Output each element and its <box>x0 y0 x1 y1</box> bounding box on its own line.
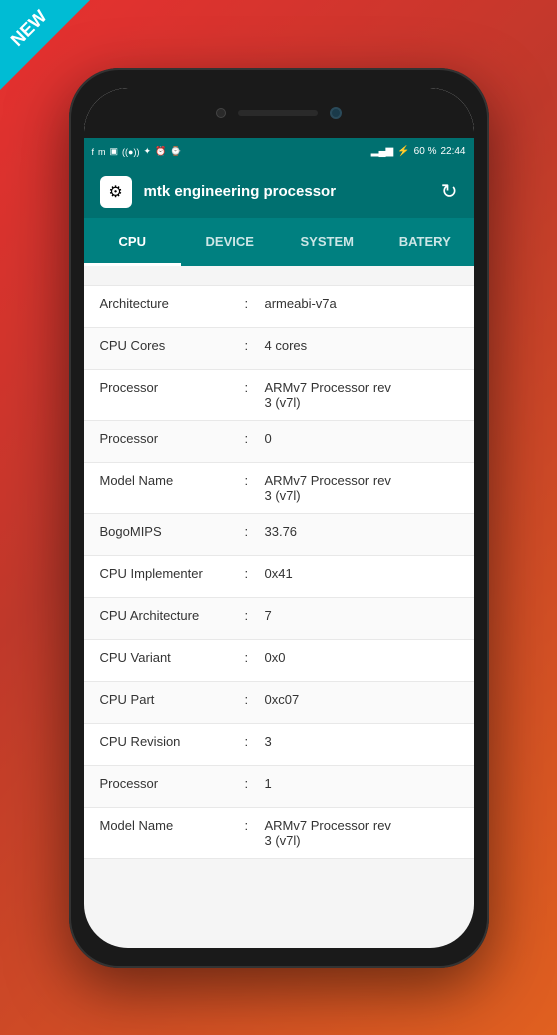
camera-dot-left <box>216 108 226 118</box>
row-label: BogoMIPS <box>100 524 245 539</box>
table-row: Model Name:ARMv7 Processor rev 3 (v7l) <box>84 463 474 514</box>
row-value: 0 <box>265 431 458 446</box>
app-icon: ⚙ <box>100 176 132 208</box>
phone-shell: f m ▣ ((●)) ✦ ⏰ ⌚ ▂▄▆ ⚡ 60 % 22:44 ⚙ mtk… <box>69 68 489 968</box>
row-separator: : <box>245 473 265 488</box>
app-title: mtk engineering processor <box>144 183 429 200</box>
status-left: f m ▣ ((●)) ✦ ⏰ ⌚ <box>92 146 182 157</box>
camera-dot-right <box>330 107 342 119</box>
row-label: Processor <box>100 380 245 395</box>
alarm-icon: ⏰ <box>155 146 166 157</box>
table-row: Model Name:ARMv7 Processor rev 3 (v7l) <box>84 808 474 859</box>
row-separator: : <box>245 818 265 833</box>
row-label: CPU Implementer <box>100 566 245 581</box>
time-display: 22:44 <box>440 146 465 157</box>
row-label: Model Name <box>100 473 245 488</box>
tab-battery[interactable]: BATERY <box>376 218 474 266</box>
wifi-icon: ((●)) <box>122 147 139 157</box>
row-label: CPU Part <box>100 692 245 707</box>
row-separator: : <box>245 650 265 665</box>
screen-content: Architecture:armeabi-v7aCPU Cores:4 core… <box>84 266 474 859</box>
table-row: BogoMIPS:33.76 <box>84 514 474 556</box>
row-value: 0x41 <box>265 566 458 581</box>
new-badge <box>0 0 90 90</box>
row-value: ARMv7 Processor rev 3 (v7l) <box>265 380 458 410</box>
table-row: Processor:0 <box>84 421 474 463</box>
clock-icon: ⌚ <box>170 146 181 157</box>
row-value: 4 cores <box>265 338 458 353</box>
tab-device[interactable]: DEVICE <box>181 218 279 266</box>
row-separator: : <box>245 431 265 446</box>
table-row: CPU Revision:3 <box>84 724 474 766</box>
table-row: CPU Variant:0x0 <box>84 640 474 682</box>
chip-icon: ⚙ <box>108 182 122 202</box>
row-label: Model Name <box>100 818 245 833</box>
row-label: CPU Architecture <box>100 608 245 623</box>
messenger-icon: m <box>98 147 106 157</box>
row-value: 7 <box>265 608 458 623</box>
row-separator: : <box>245 566 265 581</box>
row-value: armeabi-v7a <box>265 296 458 311</box>
signal-bars: ▂▄▆ <box>371 146 393 157</box>
app-header: ⚙ mtk engineering processor ↻ <box>84 166 474 218</box>
data-table: Architecture:armeabi-v7aCPU Cores:4 core… <box>84 286 474 859</box>
status-bar: f m ▣ ((●)) ✦ ⏰ ⌚ ▂▄▆ ⚡ 60 % 22:44 <box>84 138 474 166</box>
phone-screen: f m ▣ ((●)) ✦ ⏰ ⌚ ▂▄▆ ⚡ 60 % 22:44 ⚙ mtk… <box>84 88 474 948</box>
row-value: 0x0 <box>265 650 458 665</box>
row-label: CPU Revision <box>100 734 245 749</box>
row-separator: : <box>245 380 265 395</box>
row-label: CPU Cores <box>100 338 245 353</box>
tab-bar: CPU DEVICE SYSTEM BATERY <box>84 218 474 266</box>
row-value: 1 <box>265 776 458 791</box>
fb-icon: f <box>92 147 95 157</box>
phone-top-bar <box>84 88 474 138</box>
status-right: ▂▄▆ ⚡ 60 % 22:44 <box>371 146 466 157</box>
row-value: 3 <box>265 734 458 749</box>
table-row: Architecture:armeabi-v7a <box>84 286 474 328</box>
row-separator: : <box>245 692 265 707</box>
settings-icon: ✦ <box>143 146 151 157</box>
row-value: 0xc07 <box>265 692 458 707</box>
battery-percent: 60 % <box>414 146 437 157</box>
table-row: CPU Cores:4 cores <box>84 328 474 370</box>
battery-charging-icon: ⚡ <box>397 146 409 157</box>
row-separator: : <box>245 296 265 311</box>
row-separator: : <box>245 734 265 749</box>
table-row: CPU Architecture:7 <box>84 598 474 640</box>
table-row: Processor:ARMv7 Processor rev 3 (v7l) <box>84 370 474 421</box>
screenshot-icon: ▣ <box>110 146 119 157</box>
row-separator: : <box>245 524 265 539</box>
row-label: Processor <box>100 776 245 791</box>
table-row: CPU Implementer:0x41 <box>84 556 474 598</box>
row-value: ARMv7 Processor rev 3 (v7l) <box>265 818 458 848</box>
table-row: CPU Part:0xc07 <box>84 682 474 724</box>
row-separator: : <box>245 338 265 353</box>
row-separator: : <box>245 608 265 623</box>
spacer-top <box>84 266 474 286</box>
row-label: Processor <box>100 431 245 446</box>
table-row: Processor:1 <box>84 766 474 808</box>
row-value: 33.76 <box>265 524 458 539</box>
speaker <box>238 110 318 116</box>
row-value: ARMv7 Processor rev 3 (v7l) <box>265 473 458 503</box>
row-label: Architecture <box>100 296 245 311</box>
refresh-icon[interactable]: ↻ <box>441 179 458 204</box>
row-separator: : <box>245 776 265 791</box>
tab-cpu[interactable]: CPU <box>84 218 182 266</box>
row-label: CPU Variant <box>100 650 245 665</box>
tab-system[interactable]: SYSTEM <box>279 218 377 266</box>
